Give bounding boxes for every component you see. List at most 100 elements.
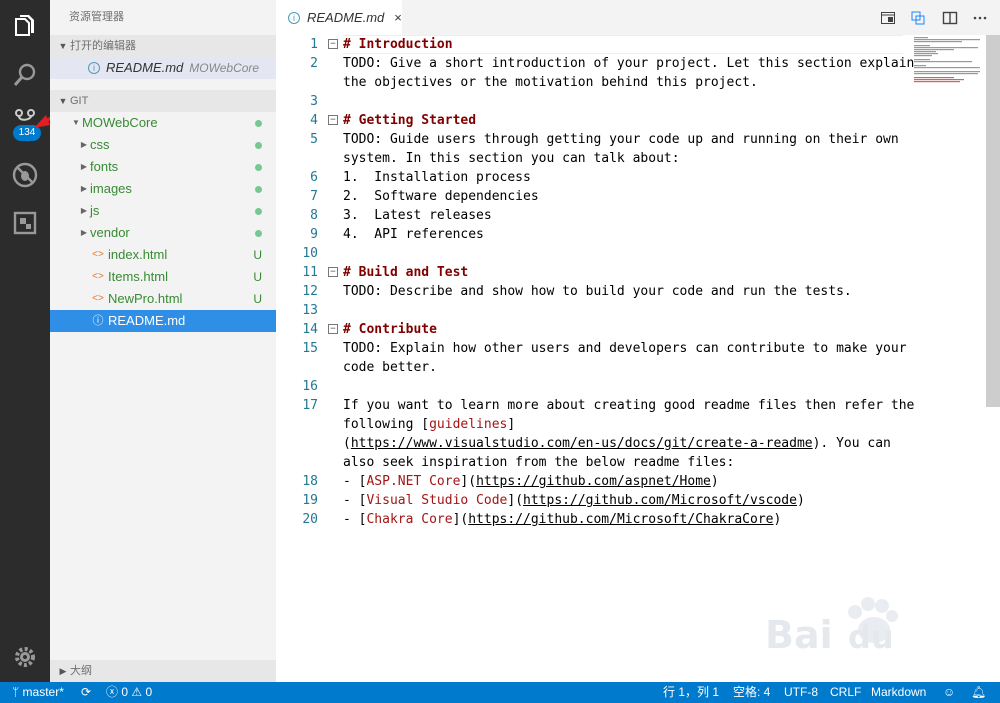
line-number: 15 — [302, 341, 318, 356]
code-line[interactable]: 7 2. Software dependencies — [276, 187, 916, 206]
fold-toggle-icon[interactable]: − — [328, 115, 338, 125]
tree-folder[interactable]: ▶ js — [50, 200, 276, 222]
fold-toggle-icon[interactable]: − — [328, 324, 338, 334]
tree-folder[interactable]: ▶ images — [50, 178, 276, 200]
line-text: 2. Software dependencies — [343, 187, 539, 206]
code-line[interactable]: 12 TODO: Describe and show how to build y… — [276, 282, 916, 301]
line-text: the objectives or the motivation behind … — [343, 73, 758, 92]
tree-file[interactable]: ⓘ README.md — [50, 310, 276, 332]
tree-file[interactable]: <> Items.html U — [50, 266, 276, 288]
code-line[interactable]: 17 If you want to learn more about creati… — [276, 396, 916, 415]
code-line[interactable]: 13 — [276, 301, 916, 320]
line-number: 10 — [302, 246, 318, 261]
line-number: 19 — [302, 493, 318, 508]
chevron-right-icon: ▶ — [59, 666, 67, 676]
cursor-position[interactable]: 行 1，列 1 — [663, 682, 719, 703]
tree-item-label: images — [90, 181, 132, 196]
html-file-icon: <> — [92, 293, 104, 304]
tree-file[interactable]: <> index.html U — [50, 244, 276, 266]
line-number: 14 — [302, 322, 318, 337]
indentation-setting[interactable]: 空格: 4 — [733, 682, 770, 703]
code-view[interactable]: 1− # Introduction 2 TODO: Give a short intr… — [276, 35, 916, 529]
tree-item-label: css — [90, 137, 110, 152]
fold-toggle-icon[interactable]: − — [328, 39, 338, 49]
text-segment: If you want to learn more about creating… — [343, 398, 915, 413]
chevron-right-icon: ▶ — [80, 184, 88, 193]
code-line[interactable]: 11− # Build and Test — [276, 263, 916, 282]
vertical-scrollbar[interactable] — [986, 35, 1000, 407]
debug-icon[interactable] — [0, 150, 50, 200]
code-line[interactable]: 8 3. Latest releases — [276, 206, 916, 225]
code-line[interactable]: 16 — [276, 377, 916, 396]
text-segment: ) — [710, 474, 719, 489]
branch-indicator[interactable]: ᛘ master* — [12, 682, 64, 703]
sync-icon[interactable]: ⟳ — [81, 682, 91, 703]
untracked-status-badge: U — [253, 248, 262, 262]
tree-folder[interactable]: ▶ css — [50, 134, 276, 156]
line-number: 11 — [302, 265, 318, 280]
explorer-icon[interactable] — [0, 0, 50, 50]
open-preview-side-icon[interactable] — [878, 8, 898, 28]
link-text: Chakra Core — [366, 512, 453, 527]
status-bar: ᛘ master* ⟳ ⓧ 0 ⚠ 0 行 1，列 1 空格: 4 UTF-8 … — [0, 682, 1000, 703]
text-segment: system. In this section you can talk abo… — [343, 151, 680, 166]
code-line[interactable]: 2 TODO: Give a short introduction of your… — [276, 54, 916, 73]
line-number: 6 — [310, 170, 318, 185]
code-line[interactable]: 6 1. Installation process — [276, 168, 916, 187]
code-line[interactable]: 19 - [Visual Studio Code](https://github.… — [276, 491, 916, 510]
minimap[interactable] — [912, 35, 986, 95]
explorer-sidebar: 资源管理器 ▼ 打开的编辑器 i README.md MOWebCore ▼ G… — [50, 0, 276, 682]
code-line[interactable]: 1− # Introduction — [276, 35, 916, 54]
problems-indicator[interactable]: ⓧ 0 ⚠ 0 — [106, 682, 152, 703]
code-line[interactable]: 14− # Contribute — [276, 320, 916, 339]
code-line[interactable]: 10 — [276, 244, 916, 263]
search-icon[interactable] — [0, 50, 50, 100]
line-number: 9 — [310, 227, 318, 242]
code-line[interactable]: 3 — [276, 92, 916, 111]
close-icon[interactable]: × — [394, 10, 402, 25]
tree-item-label: index.html — [108, 247, 168, 262]
tab-readme[interactable]: i README.md × — [276, 0, 402, 35]
text-segment: TODO: Give a short introduction of your … — [343, 56, 915, 71]
encoding-setting[interactable]: UTF-8 — [784, 682, 818, 703]
line-number: 5 — [310, 132, 318, 147]
code-line[interactable]: 15 TODO: Explain how other users and deve… — [276, 339, 916, 358]
text-segment: TODO: Explain how other users and develo… — [343, 341, 907, 356]
split-editor-icon[interactable] — [940, 8, 960, 28]
info-file-icon: ⓘ — [92, 315, 104, 327]
code-line[interactable]: also seek inspiration from the below rea… — [276, 453, 916, 472]
more-actions-icon[interactable] — [970, 8, 990, 28]
settings-gear-icon[interactable] — [0, 632, 50, 682]
open-editor-item[interactable]: i README.md MOWebCore — [50, 57, 276, 79]
code-line[interactable]: 9 4. API references — [276, 225, 916, 244]
extensions-icon[interactable] — [0, 198, 50, 248]
code-line[interactable]: 18 - [ASP.NET Core](https://github.com/as… — [276, 472, 916, 491]
code-line[interactable]: code better. — [276, 358, 916, 377]
tree-folder[interactable]: ▶ fonts — [50, 156, 276, 178]
code-line[interactable]: 20 - [Chakra Core](https://github.com/Mic… — [276, 510, 916, 529]
editor-pane[interactable]: 1− # Introduction 2 TODO: Give a short intr… — [276, 35, 1000, 682]
code-line[interactable]: the objectives or the motivation behind … — [276, 73, 916, 92]
svg-text:du: du — [848, 618, 894, 656]
code-line[interactable]: 5 TODO: Guide users through getting your … — [276, 130, 916, 149]
modified-dot-icon — [255, 141, 262, 149]
code-line[interactable]: system. In this section you can talk abo… — [276, 149, 916, 168]
tree-folder[interactable]: ▶ vendor — [50, 222, 276, 244]
tree-item-label: Items.html — [108, 269, 168, 284]
open-editors-header[interactable]: ▼ 打开的编辑器 — [50, 35, 276, 57]
tree-folder-root[interactable]: ▼ MOWebCore — [50, 112, 276, 134]
code-line[interactable]: 4− # Getting Started — [276, 111, 916, 130]
line-text: # Introduction — [343, 35, 453, 54]
line-number: 8 — [310, 208, 318, 223]
compare-changes-icon[interactable] — [908, 8, 928, 28]
outline-section-header[interactable]: ▶ 大纲 — [50, 660, 276, 682]
eol-setting[interactable]: CRLF — [830, 682, 861, 703]
fold-toggle-icon[interactable]: − — [328, 267, 338, 277]
tree-file[interactable]: <> NewPro.html U — [50, 288, 276, 310]
git-section-header[interactable]: ▼ GIT — [50, 90, 276, 112]
code-line[interactable]: following [guidelines] — [276, 415, 916, 434]
language-mode[interactable]: Markdown — [871, 682, 926, 703]
feedback-smiley-icon[interactable]: ☺ — [943, 682, 955, 703]
notifications-bell-icon[interactable]: 🔔︎ — [971, 682, 986, 703]
code-line[interactable]: (https://www.visualstudio.com/en-us/docs… — [276, 434, 916, 453]
